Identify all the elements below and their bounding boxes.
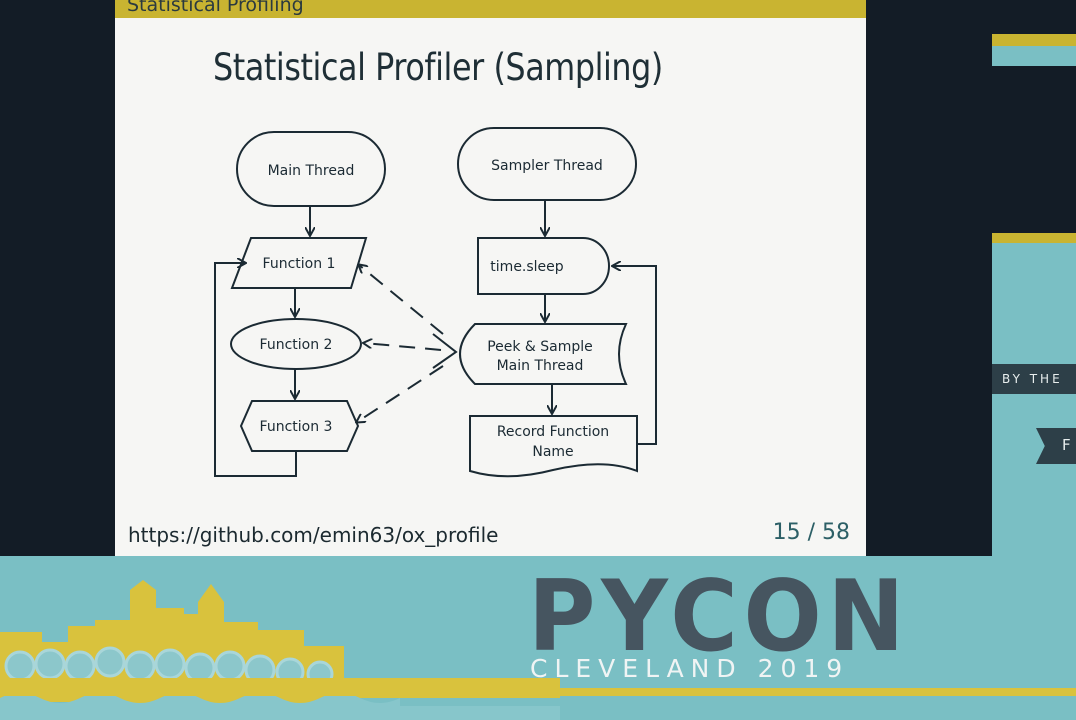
slide-link[interactable]: https://github.com/emin63/ox_profile [128, 523, 498, 547]
peek-sample-label-1: Peek & Sample [487, 339, 593, 355]
main-thread-label: Main Thread [268, 163, 355, 179]
pycon-logo-text: PYCON [528, 560, 911, 674]
right-panel-stripe [992, 233, 1076, 243]
profiler-flowchart: Main Thread Function 1 Function 2 Functi… [214, 127, 657, 478]
function-2-label: Function 2 [260, 337, 333, 353]
right-panel-text-1: BY THE [1002, 372, 1063, 386]
banner-bottom-stripe [0, 688, 1076, 696]
time-sleep-label: time.sleep [490, 259, 563, 275]
right-panel-text-2: F [1062, 436, 1071, 454]
slide: Statistical Profiling Statistical Profil… [115, 0, 866, 556]
record-function-label-1: Record Function [497, 424, 609, 440]
function-1-label: Function 1 [263, 256, 336, 272]
peek-sample-label-2: Main Thread [497, 358, 584, 374]
dashed-arrow-func1 [359, 265, 444, 335]
dashed-arrow-func3 [357, 365, 444, 422]
sampler-thread-label: Sampler Thread [491, 158, 603, 174]
right-panel-band [992, 243, 1076, 556]
presentation-screen: Statistical Profiling Statistical Profil… [0, 0, 1076, 720]
peek-input-chevron [432, 333, 458, 369]
function-3-label: Function 3 [260, 419, 333, 435]
dashed-arrow-func2 [364, 343, 442, 351]
right-panel-stripe [992, 46, 1076, 66]
record-function-label-2: Name [532, 444, 573, 460]
pycon-location-text: CLEVELAND 2019 [530, 654, 850, 683]
right-panel-stripe [992, 34, 1076, 46]
slide-page-number: 15 / 58 [772, 520, 850, 545]
